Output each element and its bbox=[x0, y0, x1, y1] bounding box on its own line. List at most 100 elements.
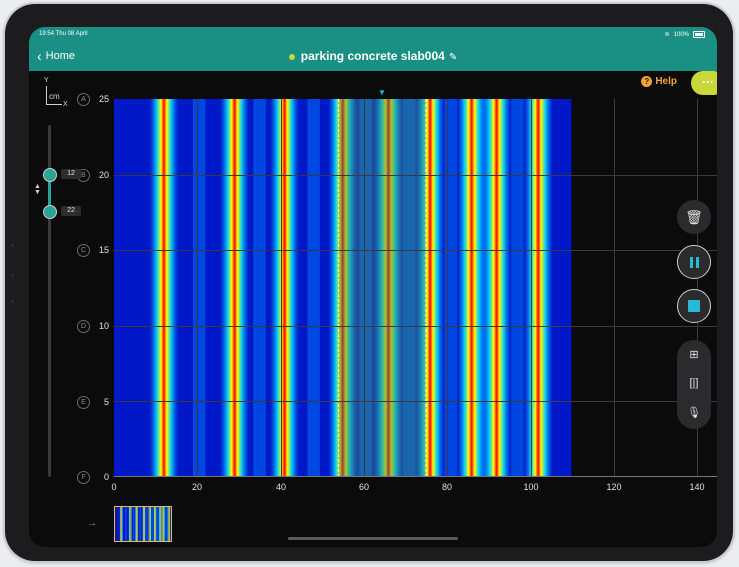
layout-icon[interactable]: ⊞ bbox=[677, 348, 711, 361]
tablet-frame: 19:54 Thu 08 April ≋ 100% ‹ Home parking… bbox=[5, 4, 733, 561]
y-tick-label: 25 bbox=[98, 94, 109, 104]
grid-line bbox=[447, 99, 448, 477]
more-button[interactable]: ··· bbox=[691, 71, 717, 95]
heatmap-hot-band bbox=[457, 99, 487, 477]
home-indicator bbox=[288, 537, 458, 540]
battery-level: 100% bbox=[673, 31, 689, 38]
grid-line bbox=[114, 401, 717, 402]
grid-line bbox=[114, 250, 717, 251]
up-down-arrow-icon[interactable]: ▲ ▼ bbox=[34, 183, 41, 196]
camera-dot bbox=[11, 274, 14, 277]
camera-dot bbox=[11, 244, 14, 247]
heatmap-texture bbox=[125, 507, 127, 541]
selection-region[interactable] bbox=[338, 99, 426, 477]
status-bar: 19:54 Thu 08 April ≋ 100% bbox=[29, 27, 717, 43]
grid-line bbox=[281, 99, 282, 477]
grid-line bbox=[114, 326, 717, 327]
help-icon: ? bbox=[641, 76, 653, 87]
help-label: Help bbox=[655, 76, 677, 87]
heatmap-hot-band bbox=[220, 99, 250, 477]
split-icon[interactable]: [|] bbox=[677, 377, 711, 389]
depth-slider-upper-handle[interactable] bbox=[43, 168, 57, 182]
axis-x-line bbox=[46, 104, 62, 105]
depth-slider-lower-handle[interactable] bbox=[43, 205, 57, 219]
nav-bar: ‹ Home parking concrete slab004 ✎ bbox=[29, 43, 717, 71]
tool-group: ⊞ [|] 🎙 bbox=[677, 340, 711, 429]
x-tick-label: 20 bbox=[191, 482, 203, 492]
wifi-icon: ≋ bbox=[664, 32, 670, 38]
axis-y-line bbox=[46, 86, 47, 104]
upper-depth-value: 12 bbox=[61, 169, 81, 179]
heatmap-hot-band bbox=[134, 507, 139, 541]
y-tick-label: 20 bbox=[98, 170, 109, 180]
x-tick-label: 80 bbox=[441, 482, 453, 492]
microphone-icon[interactable]: 🎙 bbox=[677, 406, 711, 419]
heatmap-texture bbox=[253, 99, 266, 477]
row-label-e[interactable]: E bbox=[77, 396, 90, 409]
grid-line bbox=[531, 99, 532, 477]
heatmap-hot-band bbox=[161, 507, 166, 541]
row-label-f[interactable]: F bbox=[77, 471, 90, 484]
heatmap-hot-band bbox=[482, 99, 512, 477]
x-tick-label: 60 bbox=[358, 482, 370, 492]
overview-heatmap bbox=[115, 507, 171, 541]
stop-icon bbox=[688, 300, 700, 312]
heatmap-hot-band bbox=[166, 507, 171, 541]
heatmap-hot-band bbox=[158, 507, 163, 541]
x-tick-label: 120 bbox=[606, 482, 622, 492]
row-label-d[interactable]: D bbox=[77, 320, 90, 333]
heatmap-texture bbox=[156, 507, 159, 541]
battery-icon bbox=[693, 31, 705, 38]
page-title-wrap: parking concrete slab004 ✎ bbox=[29, 49, 717, 63]
lower-depth-value: 22 bbox=[61, 206, 81, 216]
heatmap-hot-band bbox=[142, 507, 146, 541]
x-tick-label: 140 bbox=[689, 482, 705, 492]
overview-thumbnail[interactable] bbox=[114, 506, 172, 542]
page-title[interactable]: parking concrete slab004 bbox=[301, 49, 445, 63]
pause-button[interactable] bbox=[677, 245, 711, 279]
axis-y-label: Y bbox=[44, 77, 49, 84]
axis-unit-label: cm bbox=[49, 92, 60, 101]
heatmap-texture bbox=[139, 507, 142, 541]
stop-button[interactable] bbox=[677, 289, 711, 323]
heatmap-texture bbox=[146, 507, 148, 541]
heatmap-texture bbox=[307, 99, 320, 477]
camera-dot bbox=[11, 300, 14, 303]
heatmap-hot-band bbox=[128, 507, 133, 541]
delete-button[interactable]: 🗑 bbox=[677, 200, 711, 234]
arrow-right-icon: → bbox=[87, 518, 97, 529]
x-tick-label: 0 bbox=[111, 482, 117, 492]
grid-line bbox=[197, 99, 198, 477]
selection-marker-icon[interactable]: ▼ bbox=[378, 88, 386, 97]
x-axis-line bbox=[114, 476, 717, 477]
status-time: 19:54 Thu 08 April bbox=[39, 31, 88, 37]
x-tick-label: 100 bbox=[523, 482, 539, 492]
x-tick-label: 40 bbox=[275, 482, 287, 492]
pause-icon bbox=[689, 256, 699, 268]
heatmap-image bbox=[114, 99, 572, 477]
row-label-a[interactable]: A bbox=[77, 93, 90, 106]
heatmap-hot-band bbox=[149, 99, 179, 477]
heatmap-hot-band bbox=[153, 507, 157, 541]
y-tick-label: 10 bbox=[98, 321, 109, 331]
grid-line bbox=[114, 175, 717, 176]
heatmap-hot-band bbox=[269, 99, 300, 477]
pencil-icon[interactable]: ✎ bbox=[449, 52, 457, 63]
scan-plot[interactable] bbox=[114, 99, 717, 477]
heatmap-texture bbox=[151, 507, 154, 541]
trash-icon: 🗑 bbox=[685, 208, 703, 225]
y-tick-label: 5 bbox=[103, 397, 109, 407]
status-dot bbox=[288, 53, 295, 60]
heatmap-hot-band bbox=[119, 507, 124, 541]
heatmap-texture bbox=[193, 99, 206, 477]
heatmap-texture bbox=[132, 507, 135, 541]
y-tick-label: 0 bbox=[103, 472, 109, 482]
grid-line bbox=[614, 99, 615, 477]
axis-x-label: X bbox=[63, 101, 68, 108]
help-button[interactable]: ? Help bbox=[641, 76, 677, 87]
row-label-c[interactable]: C bbox=[77, 244, 90, 257]
screen: 19:54 Thu 08 April ≋ 100% ‹ Home parking… bbox=[29, 27, 717, 547]
y-tick-label: 15 bbox=[98, 245, 109, 255]
heatmap-texture bbox=[165, 507, 167, 541]
heatmap-texture bbox=[511, 99, 524, 477]
